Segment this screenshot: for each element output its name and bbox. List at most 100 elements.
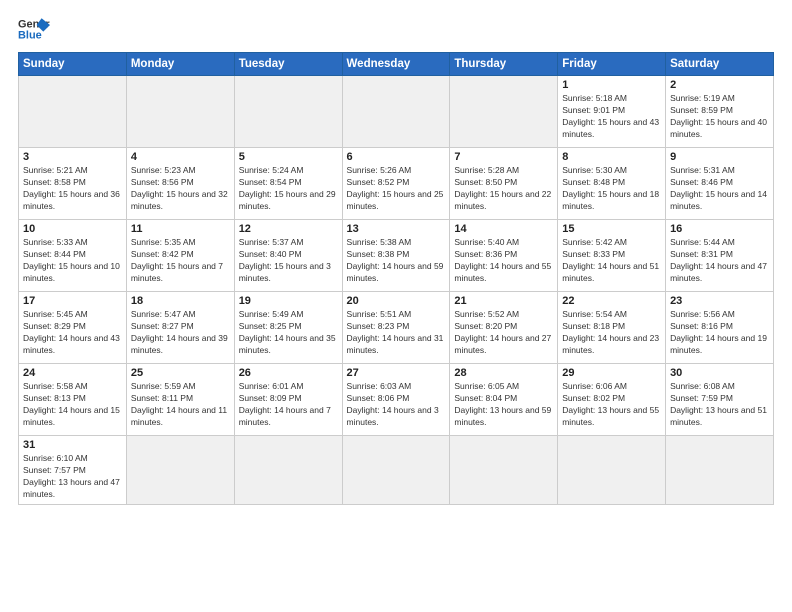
calendar-cell	[342, 436, 450, 505]
day-info: Sunrise: 5:26 AM Sunset: 8:52 PM Dayligh…	[347, 165, 446, 213]
calendar-cell: 2Sunrise: 5:19 AM Sunset: 8:59 PM Daylig…	[666, 76, 774, 148]
calendar-week-row: 10 Sunrise: 5:33 AM Sunset: 8:44 PM Dayli…	[19, 220, 774, 292]
day-number: 6	[347, 151, 446, 163]
day-info: Sunrise: 6:05 AM Sunset: 8:04 PM Dayligh…	[454, 381, 553, 429]
logo: General Blue	[18, 16, 54, 44]
day-number: 2	[670, 79, 769, 91]
day-number: 18	[131, 295, 230, 307]
calendar-cell: 16 Sunrise: 5:44 AM Sunset: 8:31 PM Dayli…	[666, 220, 774, 292]
day-info: Sunrise: 5:42 AM Sunset: 8:33 PM Dayligh…	[562, 237, 661, 285]
calendar-cell	[558, 436, 666, 505]
calendar-cell	[234, 76, 342, 148]
calendar-cell: 12Sunrise: 5:37 AM Sunset: 8:40 PM Dayli…	[234, 220, 342, 292]
page: General Blue SundayMondayTuesdayWednesda…	[0, 0, 792, 612]
calendar-cell: 14 Sunrise: 5:40 AM Sunset: 8:36 PM Dayli…	[450, 220, 558, 292]
calendar-cell: 13 Sunrise: 5:38 AM Sunset: 8:38 PM Dayli…	[342, 220, 450, 292]
calendar-cell	[126, 76, 234, 148]
svg-text:Blue: Blue	[18, 29, 42, 41]
day-info: Sunrise: 5:44 AM Sunset: 8:31 PM Dayligh…	[670, 237, 769, 285]
calendar-cell	[126, 436, 234, 505]
calendar-week-row: 1 Sunrise: 5:18 AM Sunset: 9:01 PM Daylig…	[19, 76, 774, 148]
calendar-cell	[342, 76, 450, 148]
day-number: 28	[454, 367, 553, 379]
calendar-cell: 6 Sunrise: 5:26 AM Sunset: 8:52 PM Daylig…	[342, 148, 450, 220]
day-number: 13	[347, 223, 446, 235]
day-number: 23	[670, 295, 769, 307]
weekday-header-sunday: Sunday	[19, 53, 127, 76]
calendar-cell: 15 Sunrise: 5:42 AM Sunset: 8:33 PM Dayli…	[558, 220, 666, 292]
day-number: 9	[670, 151, 769, 163]
day-number: 8	[562, 151, 661, 163]
weekday-header-thursday: Thursday	[450, 53, 558, 76]
day-number: 7	[454, 151, 553, 163]
day-info: Sunrise: 5:47 AM Sunset: 8:27 PM Dayligh…	[131, 309, 230, 357]
weekday-header-monday: Monday	[126, 53, 234, 76]
day-number: 4	[131, 151, 230, 163]
calendar-cell: 19Sunrise: 5:49 AM Sunset: 8:25 PM Dayli…	[234, 292, 342, 364]
day-info: Sunrise: 5:40 AM Sunset: 8:36 PM Dayligh…	[454, 237, 553, 285]
day-number: 26	[239, 367, 338, 379]
day-info: Sunrise: 5:23 AM Sunset: 8:56 PM Dayligh…	[131, 165, 230, 213]
calendar-week-row: 3Sunrise: 5:21 AM Sunset: 8:58 PM Daylig…	[19, 148, 774, 220]
calendar-cell: 3Sunrise: 5:21 AM Sunset: 8:58 PM Daylig…	[19, 148, 127, 220]
calendar-cell: 29Sunrise: 6:06 AM Sunset: 8:02 PM Dayli…	[558, 364, 666, 436]
calendar-cell: 8 Sunrise: 5:30 AM Sunset: 8:48 PM Daylig…	[558, 148, 666, 220]
day-info: Sunrise: 5:59 AM Sunset: 8:11 PM Dayligh…	[131, 381, 230, 429]
day-info: Sunrise: 5:38 AM Sunset: 8:38 PM Dayligh…	[347, 237, 446, 285]
day-number: 21	[454, 295, 553, 307]
day-number: 15	[562, 223, 661, 235]
day-info: Sunrise: 5:58 AM Sunset: 8:13 PM Dayligh…	[23, 381, 122, 429]
day-number: 14	[454, 223, 553, 235]
calendar-cell: 25Sunrise: 5:59 AM Sunset: 8:11 PM Dayli…	[126, 364, 234, 436]
calendar-cell	[666, 436, 774, 505]
day-number: 11	[131, 223, 230, 235]
day-info: Sunrise: 5:18 AM Sunset: 9:01 PM Dayligh…	[562, 93, 661, 141]
weekday-header-tuesday: Tuesday	[234, 53, 342, 76]
day-number: 30	[670, 367, 769, 379]
calendar-cell: 21 Sunrise: 5:52 AM Sunset: 8:20 PM Dayli…	[450, 292, 558, 364]
calendar-cell: 26Sunrise: 6:01 AM Sunset: 8:09 PM Dayli…	[234, 364, 342, 436]
calendar-cell: 23 Sunrise: 5:56 AM Sunset: 8:16 PM Dayli…	[666, 292, 774, 364]
calendar-cell: 20Sunrise: 5:51 AM Sunset: 8:23 PM Dayli…	[342, 292, 450, 364]
calendar-cell	[19, 76, 127, 148]
day-number: 5	[239, 151, 338, 163]
day-info: Sunrise: 5:33 AM Sunset: 8:44 PM Dayligh…	[23, 237, 122, 285]
day-info: Sunrise: 5:56 AM Sunset: 8:16 PM Dayligh…	[670, 309, 769, 357]
calendar-week-row: 17 Sunrise: 5:45 AM Sunset: 8:29 PM Dayli…	[19, 292, 774, 364]
day-number: 22	[562, 295, 661, 307]
day-info: Sunrise: 6:06 AM Sunset: 8:02 PM Dayligh…	[562, 381, 661, 429]
calendar-cell: 10 Sunrise: 5:33 AM Sunset: 8:44 PM Dayli…	[19, 220, 127, 292]
weekday-header-saturday: Saturday	[666, 53, 774, 76]
weekday-header-friday: Friday	[558, 53, 666, 76]
day-number: 12	[239, 223, 338, 235]
day-info: Sunrise: 6:08 AM Sunset: 7:59 PM Dayligh…	[670, 381, 769, 429]
day-info: Sunrise: 5:28 AM Sunset: 8:50 PM Dayligh…	[454, 165, 553, 213]
day-info: Sunrise: 5:21 AM Sunset: 8:58 PM Dayligh…	[23, 165, 122, 213]
day-number: 31	[23, 439, 122, 451]
day-info: Sunrise: 5:45 AM Sunset: 8:29 PM Dayligh…	[23, 309, 122, 357]
header: General Blue	[18, 16, 774, 44]
calendar-cell: 22Sunrise: 5:54 AM Sunset: 8:18 PM Dayli…	[558, 292, 666, 364]
calendar-cell: 17 Sunrise: 5:45 AM Sunset: 8:29 PM Dayli…	[19, 292, 127, 364]
day-number: 17	[23, 295, 122, 307]
calendar-cell: 18 Sunrise: 5:47 AM Sunset: 8:27 PM Dayli…	[126, 292, 234, 364]
calendar-cell	[234, 436, 342, 505]
day-number: 16	[670, 223, 769, 235]
calendar-cell: 7 Sunrise: 5:28 AM Sunset: 8:50 PM Daylig…	[450, 148, 558, 220]
day-number: 10	[23, 223, 122, 235]
day-info: Sunrise: 5:52 AM Sunset: 8:20 PM Dayligh…	[454, 309, 553, 357]
day-info: Sunrise: 5:31 AM Sunset: 8:46 PM Dayligh…	[670, 165, 769, 213]
day-info: Sunrise: 6:10 AM Sunset: 7:57 PM Dayligh…	[23, 453, 122, 501]
day-info: Sunrise: 5:30 AM Sunset: 8:48 PM Dayligh…	[562, 165, 661, 213]
calendar-cell: 28 Sunrise: 6:05 AM Sunset: 8:04 PM Dayli…	[450, 364, 558, 436]
day-number: 27	[347, 367, 446, 379]
calendar-cell: 11 Sunrise: 5:35 AM Sunset: 8:42 PM Dayli…	[126, 220, 234, 292]
weekday-header-wednesday: Wednesday	[342, 53, 450, 76]
calendar-cell: 30 Sunrise: 6:08 AM Sunset: 7:59 PM Dayli…	[666, 364, 774, 436]
calendar-cell: 5Sunrise: 5:24 AM Sunset: 8:54 PM Daylig…	[234, 148, 342, 220]
calendar-cell: 31 Sunrise: 6:10 AM Sunset: 7:57 PM Dayli…	[19, 436, 127, 505]
day-info: Sunrise: 6:03 AM Sunset: 8:06 PM Dayligh…	[347, 381, 446, 429]
calendar-cell	[450, 76, 558, 148]
day-info: Sunrise: 5:35 AM Sunset: 8:42 PM Dayligh…	[131, 237, 230, 285]
day-number: 1	[562, 79, 661, 91]
